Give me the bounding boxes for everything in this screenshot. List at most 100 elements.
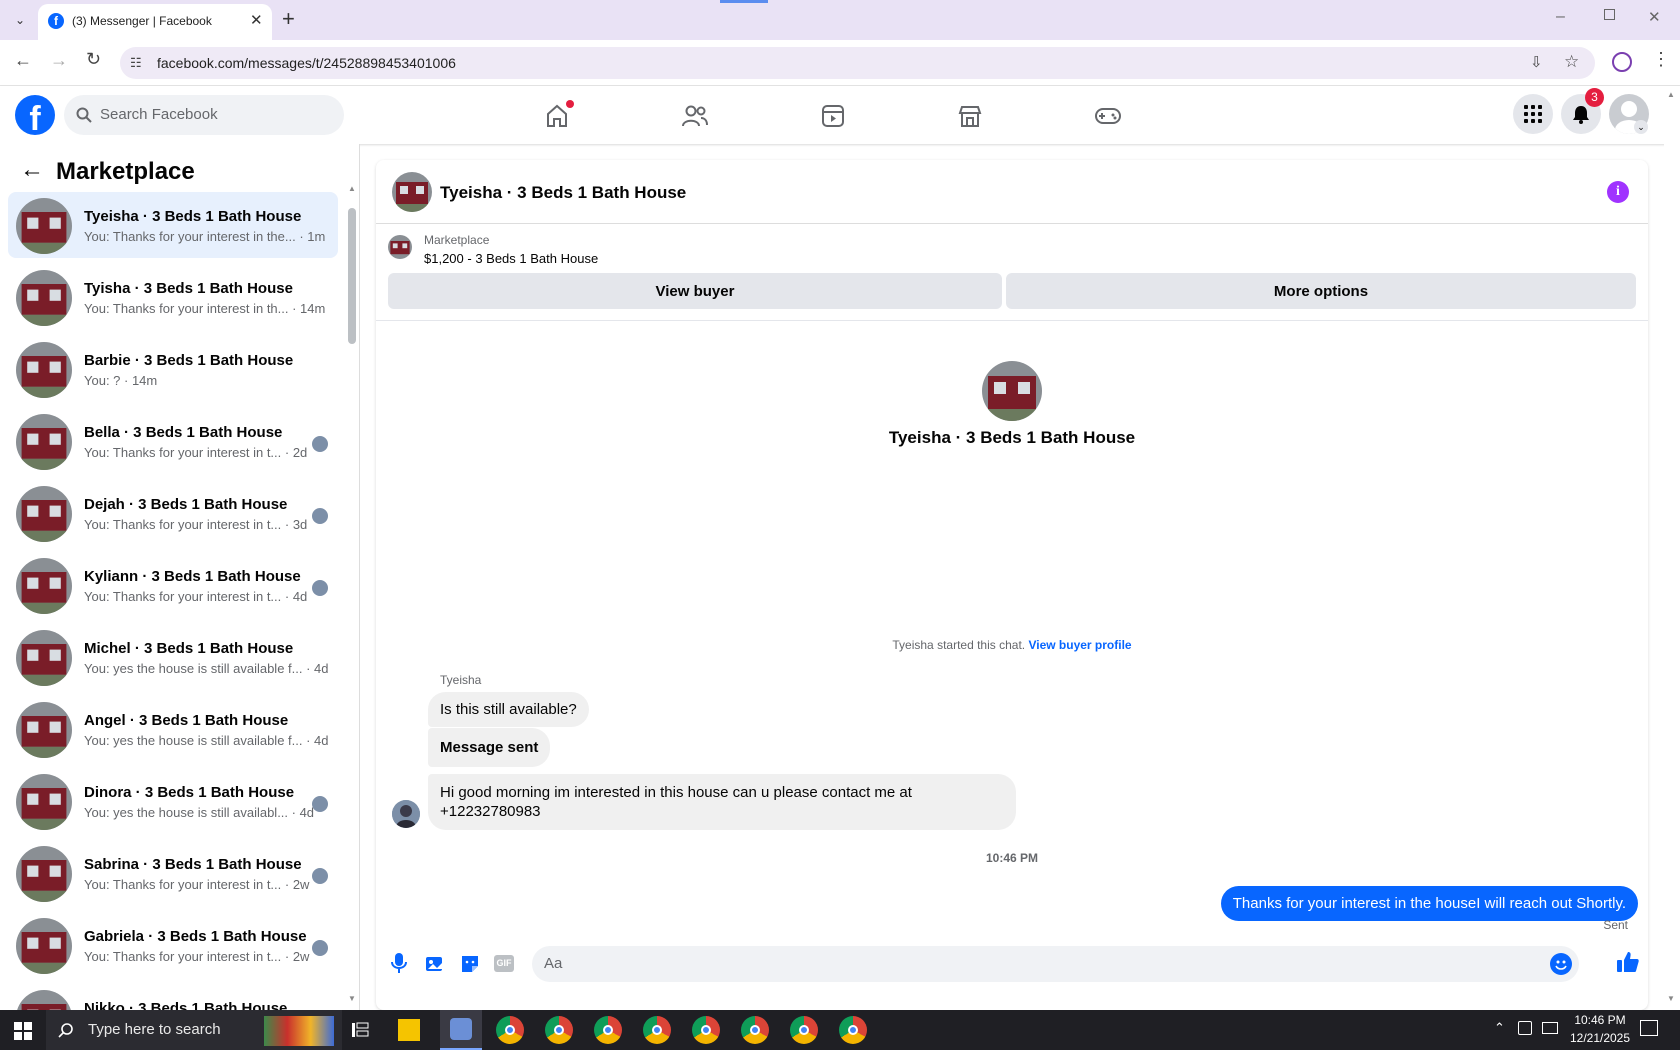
- chrome-icon[interactable]: [545, 1016, 573, 1044]
- listing-divider: [376, 320, 1648, 321]
- gif-icon[interactable]: GIF: [494, 955, 514, 972]
- page-scroll-up-icon[interactable]: ▲: [1667, 90, 1675, 99]
- chrome-icon[interactable]: [692, 1016, 720, 1044]
- chat-header-avatar[interactable]: [392, 172, 432, 212]
- install-app-icon[interactable]: ⇩: [1530, 53, 1543, 71]
- like-thumb-icon[interactable]: [1616, 950, 1640, 979]
- conversation-item[interactable]: Barbie · 3 Beds 1 Bath House You: ? · 14m: [8, 336, 338, 402]
- conversation-item[interactable]: Tyeisha · 3 Beds 1 Bath House You: Thanks…: [8, 192, 338, 258]
- page-scroll-down-icon[interactable]: ▼: [1667, 994, 1675, 1003]
- buyer-mini-avatar: [312, 868, 328, 884]
- conversation-avatar: [16, 198, 72, 254]
- page-scrollbar[interactable]: ▲ ▼: [1664, 86, 1680, 1010]
- chrome-icon[interactable]: [839, 1016, 867, 1044]
- conversation-item[interactable]: Michel · 3 Beds 1 Bath House You: yes the…: [8, 624, 338, 690]
- back-icon[interactable]: ←: [14, 50, 32, 71]
- profile-avatar[interactable]: [982, 361, 1042, 421]
- nav-video[interactable]: [777, 94, 889, 138]
- close-tab-icon[interactable]: ✕: [250, 11, 263, 29]
- chrome-icon[interactable]: [643, 1016, 671, 1044]
- sticker-icon[interactable]: [460, 954, 480, 979]
- conversation-item[interactable]: Nikko · 3 Beds 1 Bath House: [8, 984, 338, 1010]
- scroll-up-icon[interactable]: ▲: [348, 184, 356, 193]
- message-input[interactable]: Aa: [532, 946, 1579, 982]
- conversation-snippet: You: Thanks for your interest in t... · …: [84, 517, 308, 532]
- search-input[interactable]: Search Facebook: [64, 95, 344, 135]
- facebook-logo[interactable]: f: [15, 95, 55, 135]
- house-thumbnail-icon: [16, 486, 72, 542]
- chrome-icon[interactable]: [741, 1016, 769, 1044]
- microphone-icon[interactable]: [390, 952, 408, 979]
- nav-home[interactable]: [501, 94, 613, 138]
- taskbar-search-box[interactable]: Type here to search: [46, 1010, 342, 1050]
- more-options-button[interactable]: More options: [1006, 273, 1636, 309]
- browser-tab[interactable]: f (3) Messenger | Facebook ✕: [38, 4, 272, 40]
- nav-marketplace[interactable]: [914, 94, 1026, 138]
- nav-gaming[interactable]: [1052, 94, 1164, 138]
- chrome-icon[interactable]: [594, 1016, 622, 1044]
- network-icon[interactable]: [1542, 1022, 1558, 1034]
- chat-title[interactable]: Tyeisha · 3 Beds 1 Bath House: [440, 183, 686, 203]
- message-bubble[interactable]: Message sent: [428, 728, 551, 767]
- sent-status: Sent: [1603, 918, 1628, 932]
- clock-date[interactable]: 12/21/2025: [1562, 1031, 1638, 1045]
- notifications-button[interactable]: 3: [1561, 88, 1604, 134]
- site-info-icon[interactable]: ☷: [130, 55, 142, 71]
- message-bubble[interactable]: Is this still available?: [428, 692, 589, 727]
- scroll-down-icon[interactable]: ▼: [348, 994, 356, 1003]
- notifications-center-icon[interactable]: [1640, 1020, 1658, 1036]
- conversation-item[interactable]: Bella · 3 Beds 1 Bath House You: Thanks f…: [8, 408, 338, 474]
- forward-icon[interactable]: →: [50, 50, 68, 71]
- sidebar-title: Marketplace: [56, 158, 195, 185]
- windows-start-icon[interactable]: [14, 1022, 32, 1040]
- chrome-icon[interactable]: [496, 1016, 524, 1044]
- chrome-icon[interactable]: [790, 1016, 818, 1044]
- conversation-name: Nikko · 3 Beds 1 Bath House: [84, 1000, 288, 1010]
- my-message-bubble[interactable]: Thanks for your interest in the houseI w…: [1220, 886, 1638, 921]
- conversation-item[interactable]: Sabrina · 3 Beds 1 Bath House You: Thanks…: [8, 840, 338, 906]
- house-thumbnail-icon: [16, 558, 72, 614]
- sticky-notes-icon[interactable]: [398, 1019, 420, 1041]
- conversation-name: Sabrina · 3 Beds 1 Bath House: [84, 856, 302, 873]
- bookmark-star-icon[interactable]: ☆: [1564, 52, 1579, 72]
- nav-friends[interactable]: [639, 94, 751, 138]
- sender-avatar[interactable]: [392, 800, 420, 828]
- conversation-item[interactable]: Kyliann · 3 Beds 1 Bath House You: Thanks…: [8, 552, 338, 618]
- new-tab-icon[interactable]: +: [282, 6, 295, 32]
- restore-icon[interactable]: [1604, 9, 1615, 20]
- listing-price[interactable]: $1,200 - 3 Beds 1 Bath House: [424, 251, 598, 266]
- sidebar-scrollbar[interactable]: [348, 208, 356, 344]
- conversation-item[interactable]: Angel · 3 Beds 1 Bath House You: yes the …: [8, 696, 338, 762]
- taskbar-active-app[interactable]: [440, 1010, 482, 1050]
- conversation-item[interactable]: Tyisha · 3 Beds 1 Bath House You: Thanks …: [8, 264, 338, 330]
- meet-now-icon[interactable]: [1518, 1021, 1532, 1035]
- profile-icon[interactable]: [1612, 52, 1632, 72]
- conversation-item[interactable]: Dejah · 3 Beds 1 Bath House You: Thanks f…: [8, 480, 338, 546]
- photo-icon[interactable]: [425, 954, 445, 979]
- minimize-icon[interactable]: –: [1556, 8, 1565, 26]
- account-chevron-icon[interactable]: ⌄: [1634, 120, 1648, 134]
- conversation-item[interactable]: Gabriela · 3 Beds 1 Bath House You: Thank…: [8, 912, 338, 978]
- back-arrow-icon[interactable]: ←: [20, 156, 44, 184]
- bell-icon: [1573, 106, 1589, 124]
- tab-search-icon[interactable]: ⌄: [10, 10, 30, 30]
- conversation-avatar: [16, 342, 72, 398]
- info-icon[interactable]: i: [1607, 181, 1629, 203]
- tray-chevron-icon[interactable]: ⌃: [1494, 1020, 1505, 1036]
- close-window-icon[interactable]: ✕: [1648, 8, 1661, 26]
- tab-title: (3) Messenger | Facebook: [72, 14, 212, 28]
- task-view-icon[interactable]: [350, 1020, 370, 1040]
- conversation-snippet: You: Thanks for your interest in t... · …: [84, 949, 310, 964]
- conversation-item[interactable]: Dinora · 3 Beds 1 Bath House You: yes the…: [8, 768, 338, 834]
- menu-grid-button[interactable]: [1513, 94, 1553, 134]
- sender-label: Tyeisha: [440, 673, 482, 687]
- view-buyer-profile-link[interactable]: View buyer profile: [1028, 638, 1131, 652]
- emoji-icon[interactable]: [1550, 953, 1572, 975]
- reload-icon[interactable]: ↻: [86, 49, 101, 70]
- view-buyer-button[interactable]: View buyer: [388, 273, 1002, 309]
- omnibox[interactable]: ☷ facebook.com/messages/t/24528898453401…: [120, 47, 1595, 79]
- message-bubble[interactable]: Hi good morning im interested in this ho…: [428, 774, 1016, 830]
- clock-time[interactable]: 10:46 PM: [1570, 1013, 1630, 1027]
- menu-dots-icon[interactable]: ⋮: [1652, 49, 1670, 70]
- facebook-header: f Search Facebook 3 ⌄: [0, 86, 1680, 144]
